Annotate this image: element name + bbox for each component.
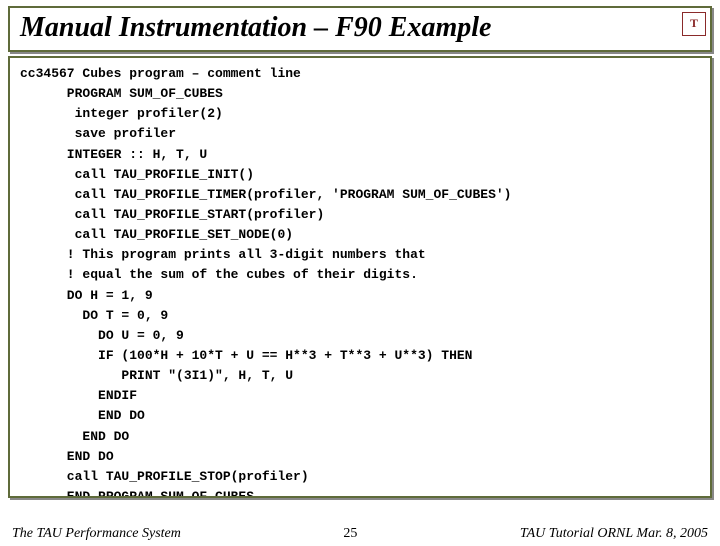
code-line: IF (100*H + 10*T + U == H**3 + T**3 + U*…: [20, 346, 700, 366]
code-line: DO T = 0, 9: [20, 306, 700, 326]
code-line: ENDIF: [20, 386, 700, 406]
code-line: integer profiler(2): [20, 104, 700, 124]
code-line: DO H = 1, 9: [20, 286, 700, 306]
code-line: save profiler: [20, 124, 700, 144]
code-line: call TAU_PROFILE_START(profiler): [20, 205, 700, 225]
code-line: call TAU_PROFILE_TIMER(profiler, 'PROGRA…: [20, 185, 700, 205]
code-line: cc34567 Cubes program – comment line: [20, 64, 700, 84]
code-line: ! equal the sum of the cubes of their di…: [20, 265, 700, 285]
code-line: END DO: [20, 447, 700, 467]
slide-title: Manual Instrumentation – F90 Example: [20, 12, 491, 43]
title-bar: Manual Instrumentation – F90 Example: [8, 6, 712, 52]
code-line: END DO: [20, 406, 700, 426]
code-line: INTEGER :: H, T, U: [20, 145, 700, 165]
code-line: END DO: [20, 427, 700, 447]
code-line: PROGRAM SUM_OF_CUBES: [20, 84, 700, 104]
code-line: call TAU_PROFILE_INIT(): [20, 165, 700, 185]
code-line: END PROGRAM SUM_OF_CUBES: [20, 487, 700, 498]
code-line: PRINT "(3I1)", H, T, U: [20, 366, 700, 386]
code-line: ! This program prints all 3-digit number…: [20, 245, 700, 265]
code-line: call TAU_PROFILE_STOP(profiler): [20, 467, 700, 487]
slide: T Manual Instrumentation – F90 Example c…: [0, 6, 720, 546]
code-line: call TAU_PROFILE_SET_NODE(0): [20, 225, 700, 245]
code-line: DO U = 0, 9: [20, 326, 700, 346]
code-listing: cc34567 Cubes program – comment line PRO…: [8, 56, 712, 498]
